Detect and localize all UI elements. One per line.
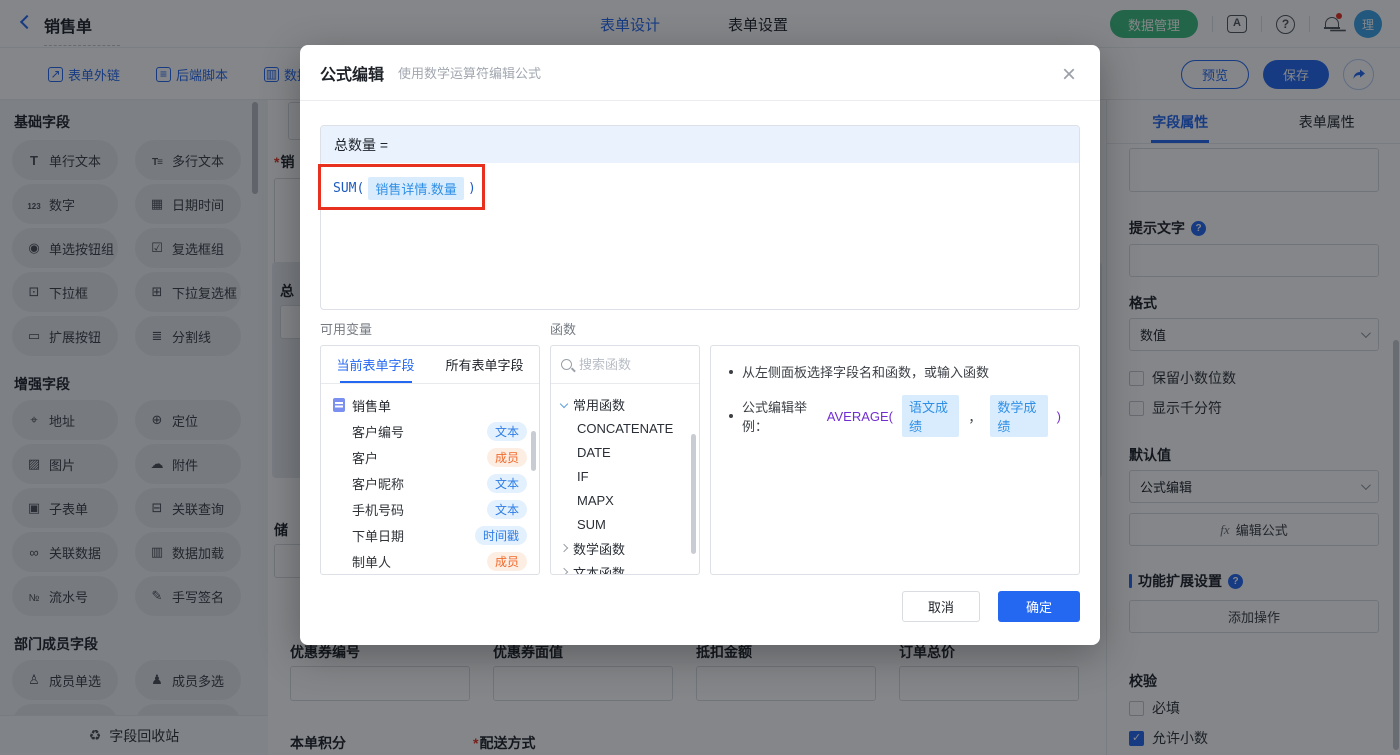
help-panel: 从左侧面板选择字段名和函数，或输入函数 公式编辑举例： AVERAGE( 语文成…: [710, 345, 1080, 575]
variables-panel: 当前表单字段 所有表单字段 销售单 客户编号文本 客户成员 客户昵称文本 手机号…: [320, 345, 540, 575]
group-math-functions[interactable]: 数学函数: [551, 536, 699, 560]
modal-title: 公式编辑: [320, 61, 384, 85]
function-item[interactable]: MAPX: [551, 488, 699, 512]
close-icon[interactable]: [1062, 63, 1076, 87]
function-item[interactable]: CONCATENATE: [551, 416, 699, 440]
functions-label: 函数: [550, 319, 576, 338]
tree-root-form[interactable]: 销售单: [321, 392, 539, 418]
functions-scrollbar[interactable]: [691, 434, 696, 554]
variable-row[interactable]: 制单人成员: [321, 548, 539, 574]
formula-input-area[interactable]: SUM( 销售详情.数量 ): [321, 163, 1079, 214]
variable-row-partial[interactable]: [321, 574, 539, 575]
tab-current-form-fields[interactable]: 当前表单字段: [321, 346, 430, 383]
function-item[interactable]: IF: [551, 464, 699, 488]
example-chip: 数学成绩: [990, 395, 1047, 437]
function-item[interactable]: DATE: [551, 440, 699, 464]
variable-row[interactable]: 下单日期时间戳: [321, 522, 539, 548]
type-badge: 文本: [487, 474, 527, 493]
formula-editor: 总数量 = SUM( 销售详情.数量 ): [320, 125, 1080, 310]
help-line-2: 公式编辑举例： AVERAGE( 语文成绩 ， 数学成绩 ): [729, 395, 1061, 437]
group-text-functions[interactable]: 文本函数: [551, 560, 699, 575]
type-badge: 文本: [487, 422, 527, 441]
variable-row[interactable]: 手机号码文本: [321, 496, 539, 522]
variable-row[interactable]: 客户昵称文本: [321, 470, 539, 496]
search-icon: [561, 359, 572, 370]
modal-subtitle: 使用数学运算符编辑公式: [398, 63, 541, 82]
cancel-button[interactable]: 取消: [902, 591, 980, 622]
formula-target: 总数量 =: [321, 126, 1079, 163]
formula-close-paren: ): [468, 181, 476, 196]
formula-field-chip[interactable]: 销售详情.数量: [368, 177, 464, 200]
example-chip: 语文成绩: [902, 395, 959, 437]
modal-header: 公式编辑 使用数学运算符编辑公式: [300, 45, 1100, 101]
chevron-collapsed-icon: [560, 568, 568, 575]
functions-panel: 常用函数 CONCATENATE DATE IF MAPX SUM 数学函数 文…: [550, 345, 700, 575]
bullet-icon: [729, 370, 733, 374]
function-search-row: [551, 346, 699, 384]
variable-row[interactable]: 客户成员: [321, 444, 539, 470]
type-badge: 成员: [487, 552, 527, 571]
example-function: AVERAGE(: [827, 409, 893, 424]
form-doc-icon: [333, 398, 345, 412]
formula-edit-modal: 公式编辑 使用数学运算符编辑公式 总数量 = SUM( 销售详情.数量 ) 可用…: [300, 45, 1100, 645]
variables-tab-bar: 当前表单字段 所有表单字段: [321, 346, 539, 384]
help-line-1: 从左侧面板选择字段名和函数，或输入函数: [729, 362, 1061, 381]
variables-tree: 销售单 客户编号文本 客户成员 客户昵称文本 手机号码文本 下单日期时间戳 制单…: [321, 384, 539, 575]
variables-scrollbar[interactable]: [531, 431, 536, 471]
formula-function: SUM(: [333, 181, 364, 196]
group-common-functions[interactable]: 常用函数: [551, 392, 699, 416]
chevron-expanded-icon: [560, 400, 568, 408]
chevron-collapsed-icon: [560, 544, 568, 552]
modal-footer: 取消 确定: [902, 591, 1080, 622]
tab-all-form-fields[interactable]: 所有表单字段: [430, 346, 539, 383]
bullet-icon: [729, 414, 733, 418]
type-badge: 成员: [487, 448, 527, 467]
function-search-input[interactable]: [579, 357, 679, 372]
type-badge: 文本: [487, 500, 527, 519]
variable-row[interactable]: 客户编号文本: [321, 418, 539, 444]
confirm-button[interactable]: 确定: [998, 591, 1080, 622]
app-window: 销售单 表单设计 表单设置 数据管理 理 表单外链 后端脚本 数据权 预览 保存: [0, 0, 1400, 755]
function-item[interactable]: SUM: [551, 512, 699, 536]
type-badge: 时间戳: [475, 526, 527, 545]
functions-tree: 常用函数 CONCATENATE DATE IF MAPX SUM 数学函数 文…: [551, 384, 699, 575]
variables-label: 可用变量: [320, 319, 372, 338]
